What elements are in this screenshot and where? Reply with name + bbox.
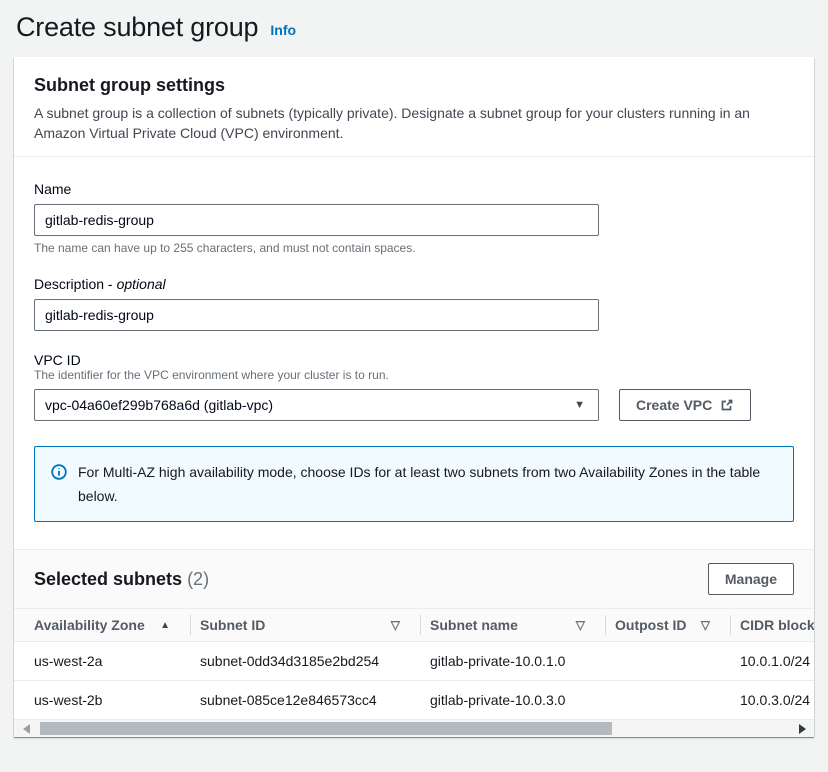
settings-form: Name The name can have up to 255 charact… [14,157,814,549]
sort-icon[interactable]: ▽ [576,618,585,632]
subnets-table: Availability Zone ▲ Subnet ID ▽ Subnet n… [14,608,814,737]
info-link[interactable]: Info [270,22,296,43]
column-label: Availability Zone [34,617,145,633]
column-header-subnet-name[interactable]: Subnet name ▽ [420,609,605,641]
vpc-id-label: VPC ID [34,352,794,368]
scroll-left-icon [23,724,30,734]
create-vpc-button[interactable]: Create VPC [619,389,751,421]
settings-description: A subnet group is a collection of subnet… [34,103,794,143]
column-label: Subnet name [430,617,518,633]
multi-az-info-alert: For Multi-AZ high availability mode, cho… [34,446,794,522]
page-header: Create subnet group Info [0,0,828,57]
cell-outpost-id [605,642,730,680]
create-vpc-button-label: Create VPC [636,397,712,413]
vpc-id-selected-value: vpc-04a60ef299b768a6d (gitlab-vpc) [45,397,273,413]
table-row[interactable]: us-west-2b subnet-085ce12e846573cc4 gitl… [14,681,814,720]
column-header-subnet-id[interactable]: Subnet ID ▽ [190,609,420,641]
manage-button-label: Manage [725,571,777,587]
manage-button[interactable]: Manage [708,563,794,595]
settings-heading: Subnet group settings [34,75,794,96]
description-optional-text: optional [117,276,166,292]
column-header-availability-zone[interactable]: Availability Zone ▲ [14,609,190,641]
cell-cidr-block: 10.0.3.0/24 [730,681,814,719]
selected-subnets-heading: Selected subnets(2) [34,569,209,590]
name-field-group: Name The name can have up to 255 charact… [34,181,794,255]
cell-availability-zone: us-west-2b [14,681,190,719]
vpc-id-select[interactable]: vpc-04a60ef299b768a6d (gitlab-vpc) ▼ [34,389,599,421]
description-field-group: Description -optional [34,276,794,331]
page-title: Create subnet group [16,12,258,43]
description-input[interactable] [34,299,599,331]
cell-subnet-id: subnet-0dd34d3185e2bd254 [190,642,420,680]
column-label: Outpost ID [615,617,687,633]
scroll-right-icon [799,724,806,734]
subnets-table-header-row: Availability Zone ▲ Subnet ID ▽ Subnet n… [14,608,814,642]
vpc-id-hint: The identifier for the VPC environment w… [34,368,794,382]
cell-subnet-id: subnet-085ce12e846573cc4 [190,681,420,719]
name-label: Name [34,181,794,197]
selected-subnets-title: Selected subnets [34,569,182,589]
column-label: CIDR block [740,617,814,633]
cell-cidr-block: 10.0.1.0/24 [730,642,814,680]
name-input[interactable] [34,204,599,236]
chevron-down-icon: ▼ [574,400,585,411]
selected-subnets-header: Selected subnets(2) Manage [14,549,814,608]
cell-outpost-id [605,681,730,719]
sort-ascending-icon[interactable]: ▲ [160,620,170,631]
scrollbar-track[interactable] [38,722,790,735]
column-header-cidr-block[interactable]: CIDR block [730,609,814,641]
subnet-group-settings-header: Subnet group settings A subnet group is … [14,57,814,157]
column-header-outpost-id[interactable]: Outpost ID ▽ [605,609,730,641]
column-label: Subnet ID [200,617,265,633]
alert-text: For Multi-AZ high availability mode, cho… [78,460,777,508]
cell-subnet-name: gitlab-private-10.0.1.0 [420,642,605,680]
vpc-field-group: VPC ID The identifier for the VPC enviro… [34,352,794,421]
info-icon [51,463,67,508]
scroll-right-button[interactable] [790,720,814,737]
horizontal-scrollbar[interactable] [14,720,814,737]
sort-icon[interactable]: ▽ [391,618,400,632]
scrollbar-thumb[interactable] [40,722,612,735]
scroll-left-button[interactable] [14,720,38,737]
name-hint: The name can have up to 255 characters, … [34,241,794,255]
table-row[interactable]: us-west-2a subnet-0dd34d3185e2bd254 gitl… [14,642,814,681]
vpc-row: vpc-04a60ef299b768a6d (gitlab-vpc) ▼ Cre… [34,389,794,421]
cell-subnet-name: gitlab-private-10.0.3.0 [420,681,605,719]
create-subnet-group-card: Subnet group settings A subnet group is … [14,57,814,737]
description-label-text: Description - [34,276,113,292]
description-label: Description -optional [34,276,794,292]
sort-icon[interactable]: ▽ [701,618,710,632]
cell-availability-zone: us-west-2a [14,642,190,680]
external-link-icon [720,398,734,412]
selected-subnets-count: (2) [187,569,209,589]
